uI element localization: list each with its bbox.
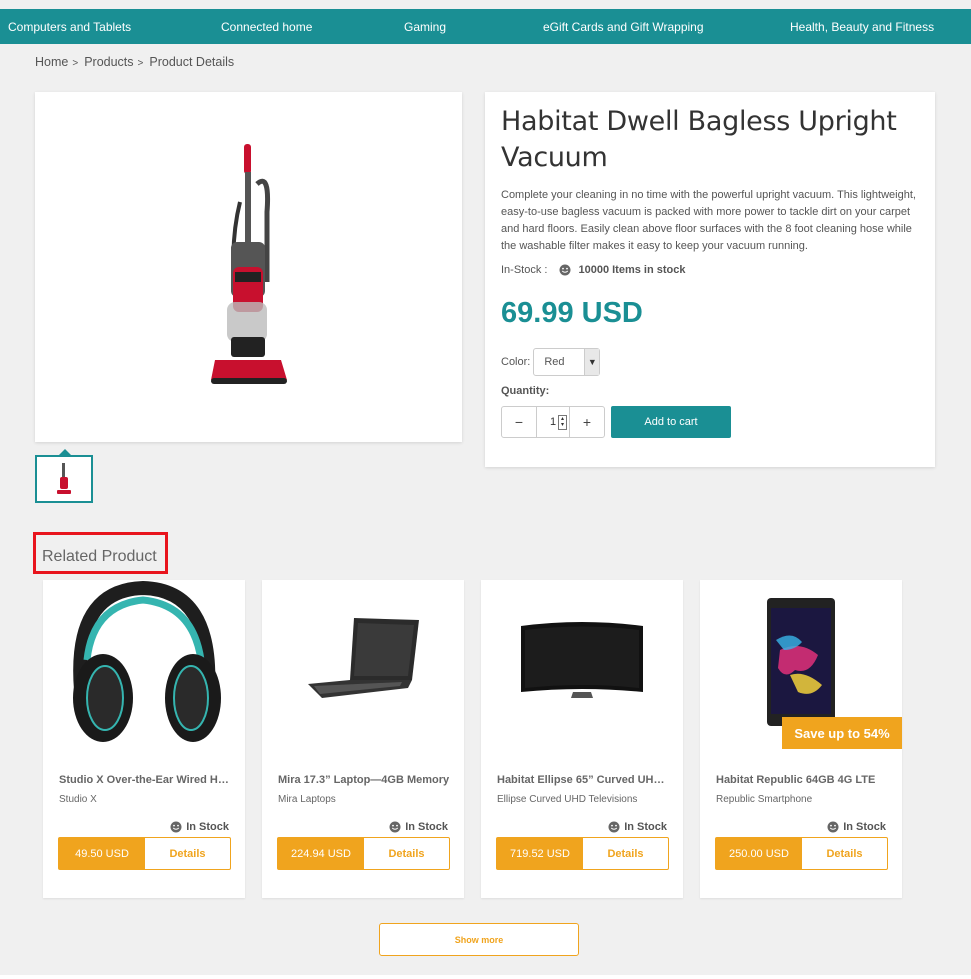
price-button[interactable]: 250.00 USD — [716, 838, 802, 869]
in-stock-label: In Stock — [624, 821, 667, 833]
price-button[interactable]: 719.52 USD — [497, 838, 583, 869]
stock-status: In Stock — [608, 821, 667, 833]
stock-value: 10000 Items in stock — [578, 264, 686, 276]
color-select[interactable]: Red ▼ — [533, 348, 601, 376]
nav-item-gaming[interactable]: Gaming — [404, 20, 446, 34]
details-button[interactable]: Details — [145, 838, 230, 869]
related-product-card[interactable]: Studio X Over-the-Ear Wired Headphones S… — [43, 580, 245, 898]
product-name[interactable]: Studio X Over-the-Ear Wired Headphones — [59, 774, 231, 786]
stock-status: In-Stock : 10000 Items in stock — [501, 264, 685, 276]
breadcrumb-separator: > — [72, 58, 79, 69]
breadcrumb-home[interactable]: Home — [35, 55, 68, 69]
quantity-stepper: − 1 ▴ ▾ + — [501, 406, 605, 438]
product-brand: Ellipse Curved UHD Televisions — [497, 794, 638, 805]
details-button[interactable]: Details — [583, 838, 668, 869]
product-name[interactable]: Habitat Republic 64GB 4G LTE — [716, 774, 888, 786]
smile-icon — [608, 821, 620, 833]
color-selector-row: Color: Red ▼ — [501, 348, 601, 376]
quantity-label: Quantity: — [501, 385, 550, 397]
spinner-icon[interactable]: ▴ ▾ — [558, 415, 567, 430]
quantity-value: 1 — [549, 416, 557, 428]
price-button[interactable]: 49.50 USD — [59, 838, 145, 869]
related-product-card[interactable]: Save up to 54% Habitat Republic 64GB 4G … — [700, 580, 902, 898]
add-to-cart-button[interactable]: Add to cart — [611, 406, 731, 438]
vacuum-image — [211, 144, 287, 384]
quantity-input[interactable]: 1 ▴ ▾ — [536, 407, 570, 437]
smile-icon — [827, 821, 839, 833]
related-product-card[interactable]: Habitat Ellipse 65” Curved UHD TV Ellips… — [481, 580, 683, 898]
product-brand: Studio X — [59, 794, 97, 805]
save-badge: Save up to 54% — [782, 717, 902, 749]
breadcrumb-separator: > — [137, 58, 144, 69]
nav-item-health-beauty[interactable]: Health, Beauty and Fitness — [790, 20, 934, 34]
product-price: 69.99 USD — [501, 297, 643, 329]
price-details-bar: 250.00 USD Details — [715, 837, 888, 870]
headphones-image — [73, 580, 221, 742]
smile-icon — [389, 821, 401, 833]
price-details-bar: 49.50 USD Details — [58, 837, 231, 870]
in-stock-label: In Stock — [843, 821, 886, 833]
related-product-heading: Related Product — [33, 532, 168, 574]
product-name[interactable]: Mira 17.3” Laptop—4GB Memory — [278, 774, 450, 786]
vacuum-thumbnail-image — [57, 463, 71, 494]
details-button[interactable]: Details — [364, 838, 449, 869]
quantity-increase-button[interactable]: + — [570, 407, 604, 437]
breadcrumb-current: Product Details — [149, 55, 235, 69]
price-button[interactable]: 224.94 USD — [278, 838, 364, 869]
color-label: Color: — [501, 356, 531, 368]
quantity-decrease-button[interactable]: − — [502, 407, 536, 437]
in-stock-label: In Stock — [186, 821, 229, 833]
product-name[interactable]: Habitat Ellipse 65” Curved UHD TV — [497, 774, 669, 786]
nav-item-connected-home[interactable]: Connected home — [221, 20, 312, 34]
smile-icon — [170, 821, 182, 833]
stock-label: In-Stock : — [501, 264, 548, 276]
color-select-value: Red — [544, 356, 565, 368]
nav-item-computers-tablets[interactable]: Computers and Tablets — [8, 20, 131, 34]
product-description: Complete your cleaning in no time with t… — [501, 189, 916, 252]
price-details-bar: 224.94 USD Details — [277, 837, 450, 870]
stock-status: In Stock — [389, 821, 448, 833]
product-brand: Republic Smartphone — [716, 794, 813, 805]
smile-icon — [559, 264, 571, 276]
laptop-image — [308, 618, 419, 698]
price-details-bar: 719.52 USD Details — [496, 837, 669, 870]
related-product-card[interactable]: Mira 17.3” Laptop—4GB Memory Mira Laptop… — [262, 580, 464, 898]
breadcrumb-products[interactable]: Products — [84, 55, 133, 69]
top-nav: Computers and Tablets Connected home Gam… — [0, 9, 971, 44]
show-more-button[interactable]: Show more — [379, 923, 579, 956]
details-button[interactable]: Details — [802, 838, 887, 869]
tv-image — [521, 622, 643, 698]
breadcrumb: Home > Products > Product Details — [35, 55, 238, 69]
product-info-card: Habitat Dwell Bagless Upright Vacuum Com… — [485, 92, 935, 467]
nav-item-egift-cards[interactable]: eGift Cards and Gift Wrapping — [543, 20, 704, 34]
product-thumbnail[interactable] — [35, 455, 93, 503]
product-image-card — [35, 92, 462, 442]
in-stock-label: In Stock — [405, 821, 448, 833]
footer-strip — [0, 975, 971, 979]
product-brand: Mira Laptops — [278, 794, 336, 805]
product-title: Habitat Dwell Bagless Upright Vacuum — [501, 106, 897, 173]
chevron-down-icon: ▼ — [584, 349, 600, 375]
stock-status: In Stock — [170, 821, 229, 833]
stock-status: In Stock — [827, 821, 886, 833]
